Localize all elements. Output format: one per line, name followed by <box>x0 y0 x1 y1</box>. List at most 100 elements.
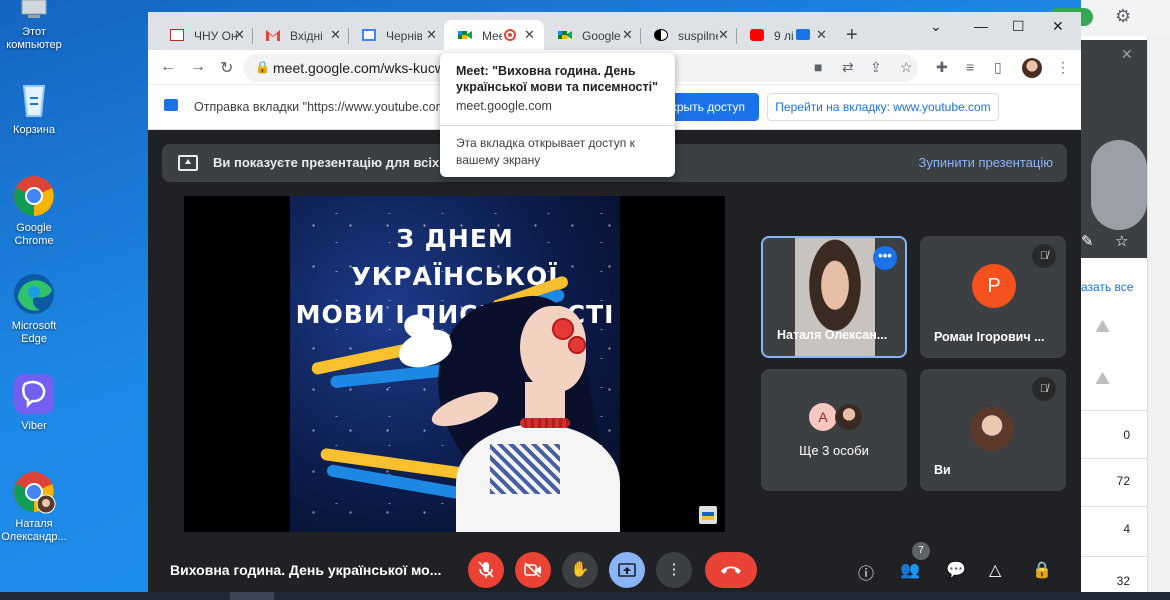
desktop-icon-label: Microsoft Edge <box>11 320 57 345</box>
chrome-profile-icon <box>12 470 56 514</box>
tab-meet-active[interactable]: Mee ✕ <box>444 20 544 50</box>
university-icon <box>170 29 184 41</box>
tab-strip: ЧНУ Он ✕ Вхідні ( ✕ Чернів ✕ Mee ✕ Googl… <box>148 12 1081 50</box>
avatar <box>970 407 1014 451</box>
participant-tile[interactable]: 🎙̸ Р Роман Ігорович ... <box>920 236 1066 358</box>
desktop-icon-label: Наталя Олександр... <box>1 518 67 543</box>
close-tab-icon[interactable]: ✕ <box>426 27 437 43</box>
hang-up-icon <box>721 566 741 574</box>
tab-gmail[interactable]: Вхідні ( ✕ <box>252 20 348 50</box>
close-window-icon[interactable]: ✕ <box>1052 18 1064 35</box>
participant-tile[interactable]: ••• Наталя Олексан... <box>761 236 907 358</box>
mic-toggle-button[interactable] <box>468 552 504 588</box>
casting-icon <box>796 29 810 40</box>
tab-hover-card: Meet: "Виховна година. День української … <box>440 53 675 177</box>
share-screen-icon <box>164 99 178 111</box>
participant-tile-others[interactable]: А Ще 3 особи <box>761 369 907 491</box>
background-panel <box>1081 40 1147 258</box>
close-tab-icon[interactable]: ✕ <box>330 27 341 43</box>
tab-suspilne[interactable]: suspilne ✕ <box>640 20 736 50</box>
chevron-down-icon[interactable]: ⌄ <box>930 18 942 35</box>
more-options-button[interactable]: ⋮ <box>656 552 692 588</box>
switch-to-tab-button[interactable]: Перейти на вкладку: www.youtube.com <box>767 93 999 121</box>
meet-icon <box>458 29 472 41</box>
present-button[interactable] <box>609 552 645 588</box>
lock-icon[interactable]: 🔒 <box>255 60 270 74</box>
close-tab-icon[interactable]: ✕ <box>718 27 729 43</box>
back-icon[interactable]: ← <box>160 58 176 76</box>
leave-call-button[interactable] <box>705 552 757 588</box>
viber-icon <box>12 372 56 416</box>
raise-hand-button[interactable]: ✋ <box>562 552 598 588</box>
desktop-icon-label: Корзина <box>13 124 55 136</box>
pencil-icon[interactable]: ✎ <box>1081 232 1094 250</box>
infobar-message: Отправка вкладки "https://www.youtube.co… <box>194 100 451 114</box>
tab-title: Чернів <box>386 29 422 43</box>
desktop-icon-chrome-profile[interactable]: Наталя Олександр... <box>0 470 68 544</box>
participant-name: Ви <box>934 463 951 477</box>
bookmark-star-icon[interactable]: ☆ <box>900 59 913 76</box>
profile-avatar[interactable] <box>1022 58 1042 78</box>
mic-off-icon: 🎙̸ <box>1032 377 1056 401</box>
stat-value: 72 <box>1116 474 1130 488</box>
background-tools: ✎ ☆ <box>1081 228 1147 258</box>
maximize-icon[interactable]: ☐ <box>1012 18 1025 35</box>
stop-presenting-button[interactable]: Зупинити презентацію <box>919 155 1053 170</box>
tab-title: suspilne <box>678 29 718 43</box>
extensions-icon[interactable]: ✚ <box>936 59 948 76</box>
activities-icon[interactable]: △ <box>989 560 1001 580</box>
translate-icon[interactable]: ⇄ <box>842 59 854 76</box>
share-access-button[interactable]: крыть доступ <box>667 93 759 121</box>
camera-icon[interactable]: ■ <box>814 59 822 75</box>
gear-icon[interactable]: ⚙ <box>1115 6 1131 27</box>
participant-tile-self[interactable]: 🎙̸ Ви <box>920 369 1066 491</box>
close-tab-icon[interactable]: ✕ <box>622 27 633 43</box>
desktop-icon-viber[interactable]: Viber <box>0 372 68 433</box>
reload-icon[interactable]: ↻ <box>220 58 233 78</box>
close-tab-icon[interactable]: ✕ <box>816 27 827 43</box>
close-icon[interactable]: ✕ <box>1121 46 1133 63</box>
camera-toggle-button[interactable] <box>515 552 551 588</box>
desktop-icon-edge[interactable]: Microsoft Edge <box>0 272 68 346</box>
presentation-stage: З ДНЕМ УКРАЇНСЬКОЇ МОВИ І ПИСЕМНОСТІ <box>184 196 725 532</box>
presenting-text: Ви показуєте презентацію для всіх <box>213 155 440 170</box>
menu-kebab-icon[interactable]: ⋮ <box>1056 59 1070 76</box>
tab-youtube[interactable]: 9 лі ✕ <box>736 20 832 50</box>
new-tab-icon[interactable]: + <box>846 24 858 47</box>
calendar-icon <box>362 29 376 41</box>
desktop-icon-chrome[interactable]: Google Chrome <box>0 174 68 248</box>
flower-icon <box>552 318 574 340</box>
close-tab-icon[interactable]: ✕ <box>234 27 245 43</box>
chat-icon[interactable]: 💬 <box>946 560 966 580</box>
gmail-icon <box>266 29 280 41</box>
more-options-icon[interactable]: ••• <box>873 246 897 270</box>
tab-google-meet[interactable]: Google ✕ <box>544 20 640 50</box>
people-icon[interactable]: 👥 <box>900 560 920 580</box>
desktop-icon-label: Этот компьютер <box>6 26 62 51</box>
minimize-icon[interactable]: — <box>974 18 988 34</box>
meet-icon <box>558 29 572 41</box>
hand-icon: ✋ <box>570 561 590 578</box>
scrollbar[interactable] <box>1147 36 1170 600</box>
forward-icon[interactable]: → <box>190 58 206 76</box>
mic-off-icon: 🎙̸ <box>1032 244 1056 268</box>
tab-calendar[interactable]: Чернів ✕ <box>348 20 444 50</box>
youtube-icon <box>750 29 764 41</box>
desktop-icon-this-pc[interactable]: Этот компьютер <box>0 0 68 52</box>
star-icon[interactable]: ☆ <box>1115 232 1128 250</box>
avatar <box>835 403 863 431</box>
share-icon[interactable]: ⇪ <box>870 59 882 76</box>
tab-chnu[interactable]: ЧНУ Он ✕ <box>156 20 252 50</box>
divider <box>1081 506 1147 507</box>
participant-name: Роман Ігорович ... <box>934 330 1045 344</box>
stat-value: 32 <box>1116 574 1130 588</box>
side-panel-icon[interactable]: ▯ <box>994 59 1002 76</box>
host-controls-icon[interactable]: 🔒 <box>1032 560 1052 580</box>
show-all-link[interactable]: азать все <box>1081 280 1133 294</box>
taskbar-active-item[interactable] <box>230 592 274 600</box>
edge-icon <box>12 272 56 316</box>
desktop-icon-recycle-bin[interactable]: Корзина <box>0 76 68 137</box>
close-tab-icon[interactable]: ✕ <box>524 27 535 43</box>
info-icon[interactable]: ⓘ <box>858 560 874 584</box>
media-icon[interactable]: ≡ <box>966 59 974 75</box>
